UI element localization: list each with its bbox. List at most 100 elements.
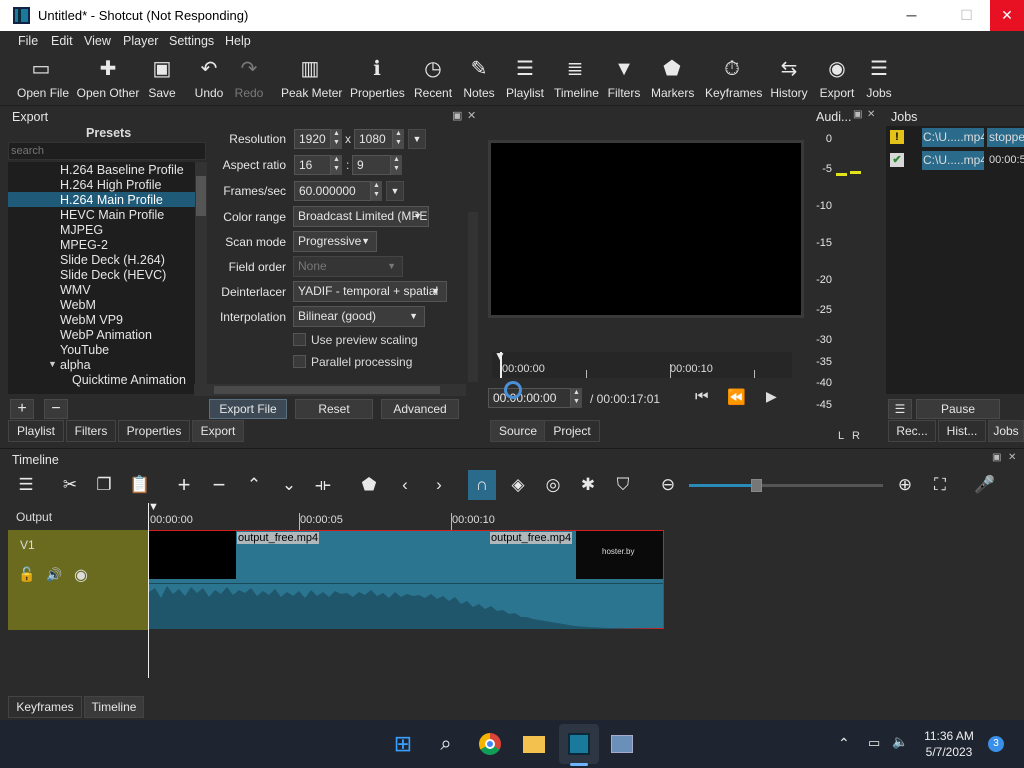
minimize-button[interactable]: ─ — [889, 0, 934, 31]
horizontal-scrollbar-thumb[interactable] — [214, 386, 440, 394]
rewind-icon[interactable]: ⏪ — [727, 388, 746, 406]
jobs-menu-icon[interactable]: ☰ — [888, 399, 912, 419]
tab-history[interactable]: Hist... — [938, 420, 986, 442]
overwrite-icon[interactable]: ⌄ — [277, 474, 301, 496]
menu-view[interactable]: View — [84, 34, 111, 48]
export-button[interactable]: ◉ Export — [819, 56, 855, 100]
close-panel-icon[interactable]: ✕ — [1008, 452, 1016, 463]
open-file-button[interactable]: ▭ Open File — [17, 56, 69, 100]
mute-icon[interactable]: 🔊 — [46, 567, 62, 583]
resolution-width-stepper[interactable]: ▲ ▼ — [330, 129, 342, 149]
markers-button[interactable]: ⬟ Markers — [651, 56, 694, 100]
list-item[interactable]: H.264 Baseline Profile — [60, 163, 184, 177]
tab-keyframes[interactable]: Keyframes — [8, 696, 82, 718]
timeline-ruler[interactable]: 00:00:00 00:00:05 00:00:10 ▼ — [148, 501, 1024, 530]
parallel-processing-checkbox[interactable] — [293, 355, 306, 368]
zoom-in-icon[interactable]: ⊕ — [893, 474, 917, 496]
copy-icon[interactable]: ❐ — [92, 474, 116, 496]
fps-preset-dropdown[interactable]: ▼ — [386, 181, 404, 201]
preset-search-input[interactable] — [8, 142, 206, 160]
chrome-icon[interactable] — [474, 728, 506, 760]
search-icon[interactable]: ⌕ — [430, 728, 462, 760]
float-panel-icon[interactable]: ▣ — [452, 109, 462, 122]
position-field[interactable]: 00:00:00:00 — [488, 388, 582, 408]
list-item-selected[interactable]: H.264 Main Profile — [60, 193, 163, 207]
notification-badge[interactable]: 3 — [988, 736, 1004, 752]
ripple-markers-icon[interactable]: ⛉ — [611, 474, 635, 496]
photos-icon[interactable] — [606, 728, 638, 760]
list-item[interactable]: H.264 High Profile — [60, 178, 161, 192]
marker-icon[interactable]: ⬟ — [357, 474, 381, 496]
timeline-clip[interactable]: hoster.by output_free.mp4 output_free.mp… — [148, 530, 664, 629]
list-item[interactable]: MPEG-2 — [60, 238, 108, 252]
list-item[interactable]: WMV — [60, 283, 91, 297]
redo-button[interactable]: ↷ Redo — [232, 56, 266, 100]
maximize-button[interactable]: ☐ — [944, 0, 989, 31]
scrub-icon[interactable]: ◈ — [506, 474, 530, 496]
close-button[interactable]: ✕ — [990, 0, 1024, 31]
pause-button[interactable]: Pause — [916, 399, 1000, 419]
scan-mode-dropdown[interactable]: Progressive ▼ — [293, 231, 377, 252]
lift-icon[interactable]: ⌃ — [242, 474, 266, 496]
previous-marker-icon[interactable]: ‹ — [393, 474, 417, 496]
filters-button[interactable]: ▼ Filters — [606, 56, 642, 100]
position-stepper[interactable]: ▲ ▼ — [570, 388, 582, 408]
list-item[interactable]: WebM — [60, 298, 96, 312]
fields-scrollbar[interactable] — [468, 212, 478, 382]
tab-filters[interactable]: Filters — [66, 420, 116, 442]
resolution-preset-dropdown[interactable]: ▼ — [408, 129, 426, 149]
cut-icon[interactable]: ✂ — [58, 474, 82, 496]
menu-player[interactable]: Player — [123, 34, 158, 48]
close-panel-icon[interactable]: ✕ — [867, 109, 875, 120]
menu-edit[interactable]: Edit — [51, 34, 73, 48]
recent-button[interactable]: ◷ Recent — [414, 56, 452, 100]
volume-icon[interactable]: 🔈 — [892, 734, 908, 750]
zoom-slider[interactable] — [689, 479, 883, 492]
fields-horizontal-scrollbar[interactable] — [194, 384, 466, 396]
clock-time[interactable]: 11:36 AM — [918, 729, 980, 743]
player-ruler[interactable]: ▼ 00:00:00 00:00:10 — [492, 349, 792, 378]
list-item[interactable]: WebP Animation — [60, 328, 152, 342]
chevron-up-icon[interactable]: ⌃ — [838, 735, 850, 752]
save-button[interactable]: ▣ Save — [145, 56, 179, 100]
notes-button[interactable]: ✎ Notes — [462, 56, 496, 100]
float-panel-icon[interactable]: ▣ — [992, 452, 1001, 463]
split-icon[interactable]: ⟛ — [311, 474, 335, 496]
record-audio-icon[interactable]: 🎤 — [973, 474, 997, 496]
list-item[interactable]: YouTube — [60, 343, 109, 357]
tab-playlist[interactable]: Playlist — [8, 420, 64, 442]
zoom-fit-icon[interactable]: ⛶ — [928, 474, 952, 496]
list-item[interactable]: HEVC Main Profile — [60, 208, 164, 222]
lock-icon[interactable]: 🔓 — [18, 566, 35, 583]
add-preset-button[interactable]: + — [10, 399, 34, 419]
list-item[interactable]: Slide Deck (H.264) — [60, 253, 165, 267]
deinterlacer-dropdown[interactable]: YADIF - temporal + spatial ▼ — [293, 281, 447, 302]
list-item[interactable]: MJPEG — [60, 223, 103, 237]
float-panel-icon[interactable]: ▣ — [853, 109, 862, 120]
timeline-playhead[interactable] — [148, 503, 149, 678]
tab-source[interactable]: Source — [490, 420, 546, 442]
properties-button[interactable]: ℹ Properties — [350, 56, 405, 100]
open-other-button[interactable]: ✚ Open Other — [76, 56, 140, 100]
shotcut-taskbar-icon[interactable] — [563, 728, 595, 760]
append-icon[interactable]: + — [172, 474, 196, 496]
clock-date[interactable]: 5/7/2023 — [918, 745, 980, 759]
network-icon[interactable]: ▭ — [868, 735, 880, 751]
tab-timeline[interactable]: Timeline — [84, 696, 144, 718]
job-name[interactable]: C:\U.....mp4 — [922, 151, 984, 170]
ripple-all-icon[interactable]: ✱ — [576, 474, 600, 496]
peak-meter-button[interactable]: ▥ Peak Meter — [281, 56, 342, 100]
fps-stepper[interactable]: ▲ ▼ — [370, 181, 382, 201]
field-order-dropdown[interactable]: None ▼ — [293, 256, 403, 277]
preview-scaling-checkbox[interactable] — [293, 333, 306, 346]
menu-file[interactable]: File — [18, 34, 38, 48]
ripple-icon[interactable]: ◎ — [541, 474, 565, 496]
next-marker-icon[interactable]: › — [427, 474, 451, 496]
paste-icon[interactable]: 📋 — [128, 474, 152, 496]
list-item[interactable]: Slide Deck (HEVC) — [60, 268, 166, 282]
reset-button[interactable]: Reset — [295, 399, 373, 419]
snap-magnet-icon[interactable]: ∩ — [468, 470, 496, 500]
tab-jobs[interactable]: Jobs — [988, 420, 1024, 442]
fps-field[interactable]: 60.000000 — [294, 181, 382, 201]
job-name[interactable]: C:\U.....mp4 — [922, 128, 984, 147]
